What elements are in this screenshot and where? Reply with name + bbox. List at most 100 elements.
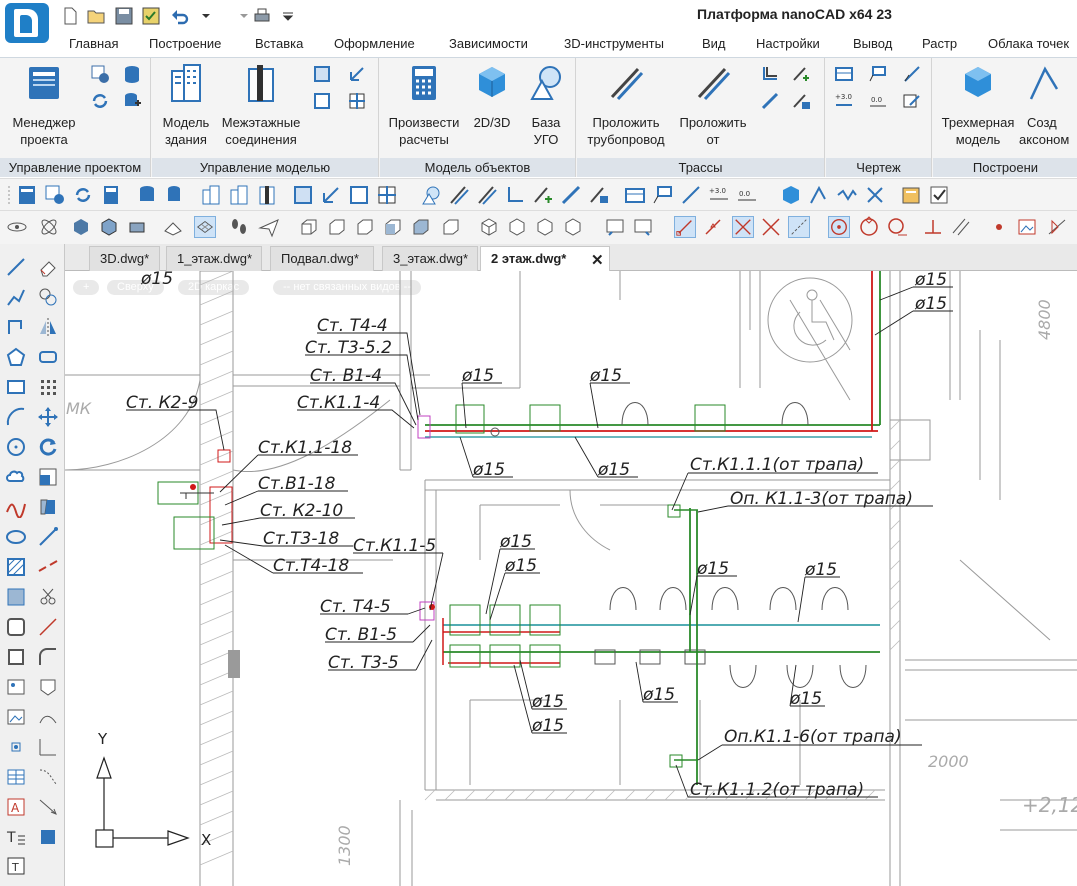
axis-icon[interactable] — [347, 64, 367, 84]
shaded-edges-icon[interactable] — [98, 216, 120, 238]
doc-tab-3d[interactable]: 3D.dwg* — [89, 246, 160, 271]
extend-tool-icon[interactable] — [37, 526, 59, 548]
chamfer-tool-icon[interactable] — [37, 616, 59, 638]
text-tool-icon[interactable]: A — [5, 796, 27, 818]
more-text-tool-icon[interactable]: T — [5, 854, 27, 876]
pipe-add-small-icon[interactable] — [532, 184, 554, 206]
calc-small-icon[interactable] — [100, 184, 122, 206]
save-all-icon[interactable] — [141, 6, 161, 26]
mark-small-icon[interactable]: 0.0 — [736, 184, 758, 206]
edit-form-icon[interactable] — [902, 91, 922, 111]
view-right-icon[interactable] — [382, 216, 404, 238]
wave-small-icon[interactable] — [836, 184, 858, 206]
snap-image-icon[interactable] — [1016, 216, 1038, 238]
doc-tab-basement[interactable]: Подвал.dwg* — [270, 246, 374, 271]
blend-tool-icon[interactable] — [37, 766, 59, 788]
building-model-button[interactable]: Модель здания — [158, 63, 214, 148]
note-small-icon[interactable] — [652, 184, 674, 206]
settings-small-icon[interactable] — [44, 184, 66, 206]
gradient-tool-icon[interactable] — [5, 586, 27, 608]
iso-nw-icon[interactable] — [562, 216, 584, 238]
snap-node-icon[interactable] — [988, 216, 1010, 238]
snap-endpoint-icon[interactable] — [674, 216, 696, 238]
symbol-small-icon[interactable] — [420, 184, 442, 206]
tab-insert[interactable]: Вставка — [255, 36, 303, 51]
undo-dropdown-icon[interactable] — [196, 6, 216, 26]
app-logo[interactable] — [5, 3, 49, 43]
snap-extension-icon[interactable] — [788, 216, 810, 238]
eraser-tool-icon[interactable] — [37, 256, 59, 278]
db-small-icon[interactable] — [136, 184, 158, 206]
doc-tab-floor1[interactable]: 1_этаж.dwg* — [166, 246, 262, 271]
print-icon[interactable] — [252, 6, 272, 26]
pipe-video-small-icon[interactable] — [588, 184, 610, 206]
snap-parallel-icon[interactable] — [950, 216, 972, 238]
leader-note-icon[interactable] — [868, 64, 888, 84]
building-2-small-icon[interactable] — [228, 184, 250, 206]
database-icon[interactable] — [122, 64, 142, 84]
redo-dropdown-icon[interactable] — [234, 6, 254, 26]
region-small-icon[interactable] — [348, 184, 370, 206]
view-back-icon[interactable] — [440, 216, 462, 238]
polyline-tool-icon[interactable] — [5, 286, 27, 308]
hatch-tool-icon[interactable] — [5, 556, 27, 578]
calculate-button[interactable]: Произвести расчеты — [384, 63, 464, 148]
building-small-icon[interactable] — [200, 184, 222, 206]
offset-tool-icon[interactable] — [37, 346, 59, 368]
database-add-icon[interactable] — [122, 91, 142, 111]
join-tool-icon[interactable] — [37, 706, 59, 728]
circle-tool-icon[interactable] — [5, 436, 27, 458]
properties-small-icon[interactable] — [900, 184, 922, 206]
sync-icon[interactable] — [90, 91, 110, 111]
line-tool-icon[interactable] — [5, 256, 27, 278]
point-tool-icon[interactable] — [5, 736, 27, 758]
cloud-tool-icon[interactable] — [5, 466, 27, 488]
frame-small-icon[interactable] — [292, 184, 314, 206]
break-tool-icon[interactable] — [37, 556, 59, 578]
settings-gear-icon[interactable] — [90, 64, 110, 84]
pipe-edit-small-icon[interactable] — [560, 184, 582, 206]
rotate-tool-icon[interactable] — [37, 436, 59, 458]
iso-ne-icon[interactable] — [534, 216, 556, 238]
array-tool-icon[interactable] — [37, 376, 59, 398]
spec-small-icon[interactable] — [624, 184, 646, 206]
tab-point-clouds[interactable]: Облака точек — [988, 36, 1069, 51]
refresh-small-icon[interactable] — [72, 184, 94, 206]
view-front-icon[interactable] — [410, 216, 432, 238]
pan-tool-icon[interactable] — [37, 826, 59, 848]
shaded-view-icon[interactable] — [70, 216, 92, 238]
slope-small-icon[interactable] — [680, 184, 702, 206]
axo-small-icon[interactable] — [808, 184, 830, 206]
mtext-tool-icon[interactable]: T — [5, 826, 27, 848]
db-add-small-icon[interactable] — [164, 184, 186, 206]
project-manager-button[interactable]: Менеджер проекта — [6, 63, 82, 148]
fillet-tool-icon[interactable] — [37, 646, 59, 668]
cube-small-icon[interactable] — [780, 184, 802, 206]
copy-tool-icon[interactable] — [37, 286, 59, 308]
node-small-icon[interactable] — [376, 184, 398, 206]
slope-icon[interactable] — [902, 64, 922, 84]
fly-icon[interactable] — [258, 216, 280, 238]
route-edit-icon[interactable] — [760, 91, 780, 111]
grid-plane-icon[interactable] — [162, 216, 184, 238]
route-corner-icon[interactable] — [760, 64, 780, 84]
floor-connections-button[interactable]: Межэтажные соединения — [220, 63, 302, 148]
axes-small-icon[interactable] — [320, 184, 342, 206]
snap-midpoint-icon[interactable] — [702, 216, 724, 238]
boundary-tool-icon[interactable] — [5, 646, 27, 668]
route-add-icon[interactable] — [791, 64, 811, 84]
save-icon[interactable] — [114, 6, 134, 26]
ellipse-tool-icon[interactable] — [5, 526, 27, 548]
snap-center-icon[interactable] — [828, 216, 850, 238]
tab-annotate[interactable]: Оформление — [334, 36, 415, 51]
view-forward-arrow-icon[interactable] — [632, 216, 654, 238]
snap-perpendicular-icon[interactable] — [922, 216, 944, 238]
hidden-view-icon[interactable] — [126, 216, 148, 238]
view-back-arrow-icon[interactable] — [604, 216, 626, 238]
cross-small-icon[interactable] — [864, 184, 886, 206]
tab-output[interactable]: Вывод — [853, 36, 892, 51]
view-bottom-icon[interactable] — [326, 216, 348, 238]
snap-apparent-icon[interactable] — [760, 216, 782, 238]
free-orbit-icon[interactable] — [38, 216, 60, 238]
table-tool-icon[interactable] — [5, 766, 27, 788]
